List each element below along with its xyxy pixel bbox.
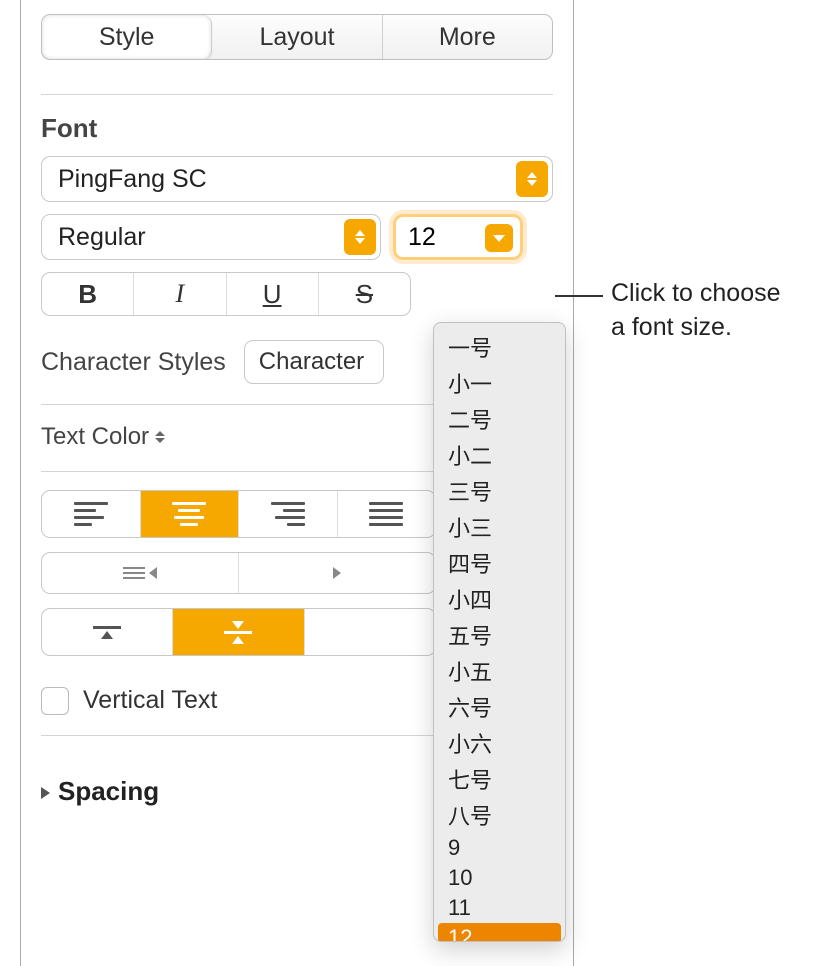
vertical-alignment-segment: [41, 608, 436, 656]
font-size-option[interactable]: 小六: [434, 725, 565, 761]
font-size-option[interactable]: 小一: [434, 365, 565, 401]
font-size-field[interactable]: 12: [393, 214, 523, 260]
font-size-option[interactable]: 八号: [434, 797, 565, 833]
valign-top-button[interactable]: [42, 609, 173, 655]
font-size-option[interactable]: 小五: [434, 653, 565, 689]
chevron-updown-icon: [516, 161, 548, 197]
font-size-option[interactable]: 六号: [434, 689, 565, 725]
tab-layout[interactable]: Layout: [212, 15, 382, 59]
text-color-label: Text Color: [41, 423, 149, 451]
font-style-segment: B I U S: [41, 272, 411, 316]
callout: Click to choose a font size.: [555, 277, 781, 345]
strikethrough-button[interactable]: S: [319, 273, 410, 315]
font-size-option[interactable]: 四号: [434, 545, 565, 581]
font-size-option[interactable]: 小三: [434, 509, 565, 545]
chevron-right-icon: [41, 787, 50, 799]
inspector-tabs: Style Layout More: [41, 14, 553, 60]
font-size-option[interactable]: 小四: [434, 581, 565, 617]
indent-button[interactable]: [239, 553, 435, 593]
font-size-option[interactable]: 12: [438, 923, 561, 942]
callout-text: Click to choose a font size.: [611, 277, 781, 345]
character-styles-label: Character Styles: [41, 348, 226, 377]
tab-style[interactable]: Style: [42, 15, 212, 59]
callout-line1: Click to choose: [611, 277, 781, 311]
font-size-option[interactable]: 11: [434, 893, 565, 923]
italic-button[interactable]: I: [134, 273, 226, 315]
font-section-label: Font: [41, 113, 553, 144]
vertical-text-label: Vertical Text: [83, 686, 217, 715]
callout-line2: a font size.: [611, 311, 781, 345]
divider: [41, 94, 553, 95]
vertical-text-checkbox[interactable]: [41, 687, 69, 715]
font-family-popup[interactable]: PingFang SC: [41, 156, 553, 202]
font-family-value: PingFang SC: [58, 165, 207, 194]
font-size-option[interactable]: 一号: [434, 329, 565, 365]
font-size-option[interactable]: 二号: [434, 401, 565, 437]
spacing-label: Spacing: [58, 776, 159, 807]
tab-more[interactable]: More: [383, 15, 552, 59]
chevron-down-icon[interactable]: [485, 224, 513, 252]
font-size-option[interactable]: 小二: [434, 437, 565, 473]
align-center-button[interactable]: [141, 491, 240, 537]
valign-bottom-button[interactable]: [305, 609, 435, 655]
align-left-button[interactable]: [42, 491, 141, 537]
font-size-option[interactable]: 七号: [434, 761, 565, 797]
font-size-option[interactable]: 五号: [434, 617, 565, 653]
indent-segment: [41, 552, 436, 594]
font-weight-size-row: Regular 12: [41, 214, 553, 260]
font-size-option[interactable]: 9: [434, 833, 565, 863]
valign-middle-button[interactable]: [173, 609, 304, 655]
outdent-button[interactable]: [42, 553, 239, 593]
chevron-updown-icon: [155, 431, 165, 443]
font-weight-value: Regular: [58, 223, 146, 252]
font-size-option[interactable]: 三号: [434, 473, 565, 509]
callout-leader-line: [555, 295, 603, 297]
character-styles-popup[interactable]: Character: [244, 340, 384, 384]
font-size-dropdown[interactable]: 一号小一二号小二三号小三四号小四五号小五六号小六七号八号910111213: [433, 322, 566, 942]
align-right-button[interactable]: [239, 491, 338, 537]
horizontal-alignment-segment: [41, 490, 436, 538]
font-weight-popup[interactable]: Regular: [41, 214, 381, 260]
underline-button[interactable]: U: [227, 273, 319, 315]
align-justify-button[interactable]: [338, 491, 436, 537]
bold-button[interactable]: B: [42, 273, 134, 315]
font-size-field-wrap: 12: [393, 214, 523, 260]
font-size-option[interactable]: 10: [434, 863, 565, 893]
chevron-updown-icon: [344, 219, 376, 255]
format-inspector-sidebar: Style Layout More Font PingFang SC Regul…: [20, 0, 574, 966]
font-size-value: 12: [408, 223, 436, 252]
